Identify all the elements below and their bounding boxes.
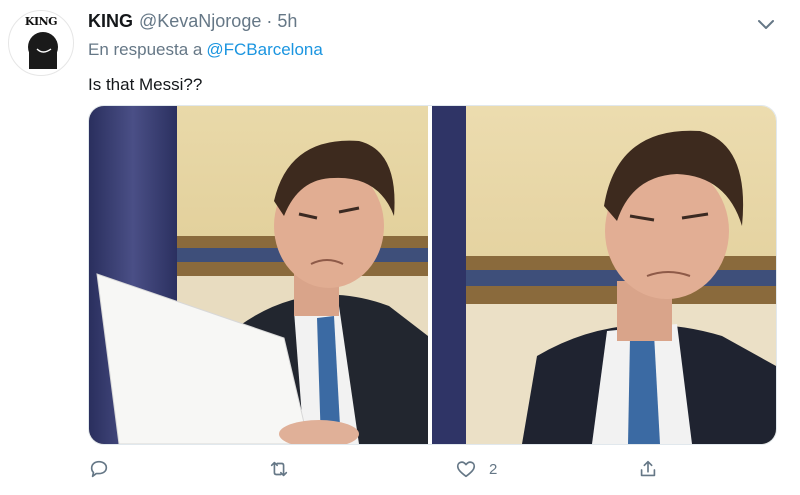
media-grid xyxy=(88,105,777,445)
action-bar: 2 xyxy=(88,455,775,483)
timestamp[interactable]: 5h xyxy=(277,11,297,32)
tweet-header: KING @KevaNjoroge · 5h xyxy=(88,11,297,33)
photo-left[interactable] xyxy=(89,106,428,444)
avatar-head-icon xyxy=(28,32,58,69)
separator-dot: · xyxy=(266,11,273,31)
like-count: 2 xyxy=(489,460,498,478)
reply-icon xyxy=(90,460,108,478)
reply-mention-link[interactable]: @FCBarcelona xyxy=(206,40,322,59)
avatar[interactable]: KING xyxy=(8,10,74,76)
reply-context: En respuesta a @FCBarcelona xyxy=(88,40,323,60)
user-handle[interactable]: @KevaNjoroge xyxy=(139,11,261,32)
share-button[interactable] xyxy=(637,455,659,483)
retweet-icon xyxy=(270,461,288,477)
tweet: KING KING @KevaNjoroge · 5h En respuesta… xyxy=(0,0,800,495)
heart-icon xyxy=(456,461,476,478)
display-name[interactable]: KING xyxy=(88,11,133,32)
photo-right-squinting xyxy=(432,106,776,444)
share-icon xyxy=(640,460,656,477)
like-button[interactable]: 2 xyxy=(455,455,497,483)
tweet-text: Is that Messi?? xyxy=(88,75,203,94)
reply-button[interactable] xyxy=(88,455,110,483)
reply-prefix: En respuesta a xyxy=(88,40,203,59)
chevron-down-icon[interactable] xyxy=(752,10,780,38)
photo-right[interactable] xyxy=(432,106,776,444)
retweet-button[interactable] xyxy=(268,455,290,483)
photo-left-reading-paper xyxy=(89,106,428,444)
